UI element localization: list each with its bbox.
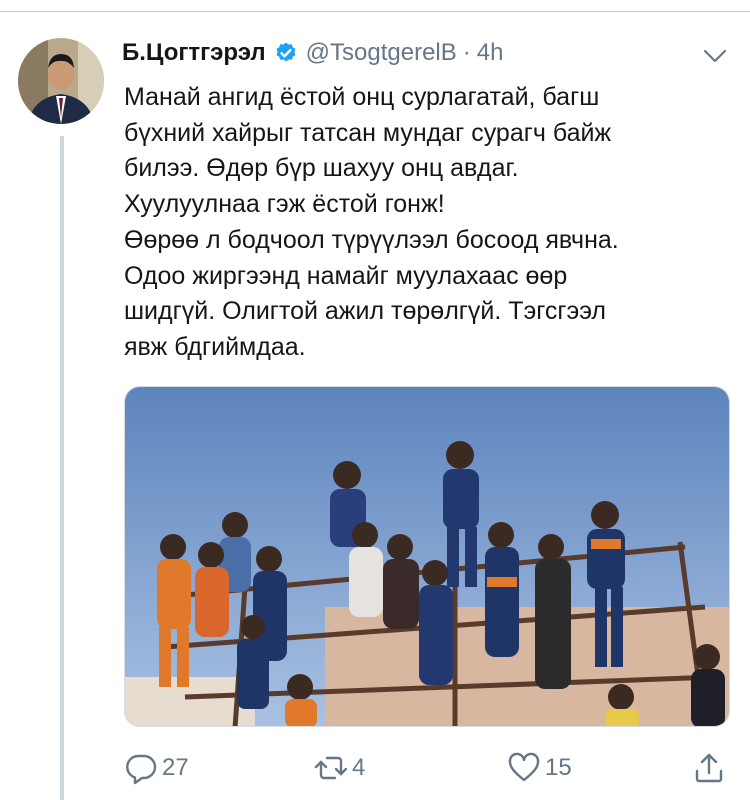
- tweet-text-line: Хуулуулнаа гэж ёстой гонж!: [124, 190, 445, 219]
- tweet-text-line: шидгүй. Олигтой ажил төрөлгүй. Тэгсгээл: [124, 297, 607, 326]
- thread-line: [60, 136, 64, 800]
- tweet-text-line: бүхний хайрыг татсан мундаг сурагч байж: [124, 118, 612, 147]
- reply-icon: [126, 754, 157, 785]
- tweet-text: Манай ангид ёстой онц сурлагатай, багш б…: [124, 80, 724, 366]
- like-count: 15: [545, 754, 572, 781]
- chevron-down-icon[interactable]: [702, 46, 728, 66]
- verified-badge-icon: [276, 42, 296, 62]
- separator-dot: ·: [462, 39, 471, 66]
- photo-children-climbing-frame: [125, 387, 729, 726]
- tweet-actions: 27 4 15: [124, 748, 730, 788]
- tweet-text-line: явж бдгиймдаа.: [124, 332, 306, 361]
- retweet-icon: [314, 756, 348, 780]
- user-handle[interactable]: @TsogtgerelB: [306, 39, 457, 67]
- tweet-text-line: Манай ангид ёстой онц сурлагатай, багш: [124, 83, 600, 111]
- top-divider: [0, 11, 750, 12]
- avatar[interactable]: [18, 38, 104, 124]
- like-button[interactable]: 15: [507, 748, 572, 788]
- retweet-count: 4: [352, 754, 366, 781]
- tweet-text-line: Өөрөө л бодчоол түрүүлээл босоод явчна.: [124, 225, 619, 254]
- heart-icon: [508, 752, 540, 782]
- tweet-photo[interactable]: [124, 386, 730, 727]
- tweet-header: Б.Цогтгэрэл @TsogtgerelB · 4h: [122, 36, 503, 70]
- reply-button[interactable]: 27: [124, 748, 189, 788]
- reply-count: 27: [162, 754, 189, 781]
- share-button[interactable]: [692, 748, 726, 788]
- timestamp[interactable]: 4h: [477, 39, 504, 67]
- tweet-text-line: билээ. Өдөр бүр шахуу онц авдаг.: [124, 154, 519, 183]
- share-icon: [695, 753, 723, 783]
- tweet-view: Б.Цогтгэрэл @TsogtgerelB · 4h Манай анги…: [0, 0, 750, 800]
- retweet-button[interactable]: 4: [314, 748, 365, 788]
- display-name[interactable]: Б.Цогтгэрэл: [122, 39, 266, 67]
- tweet-text-line: Одоо жиргээнд намайг муулахаас өөр: [124, 261, 568, 290]
